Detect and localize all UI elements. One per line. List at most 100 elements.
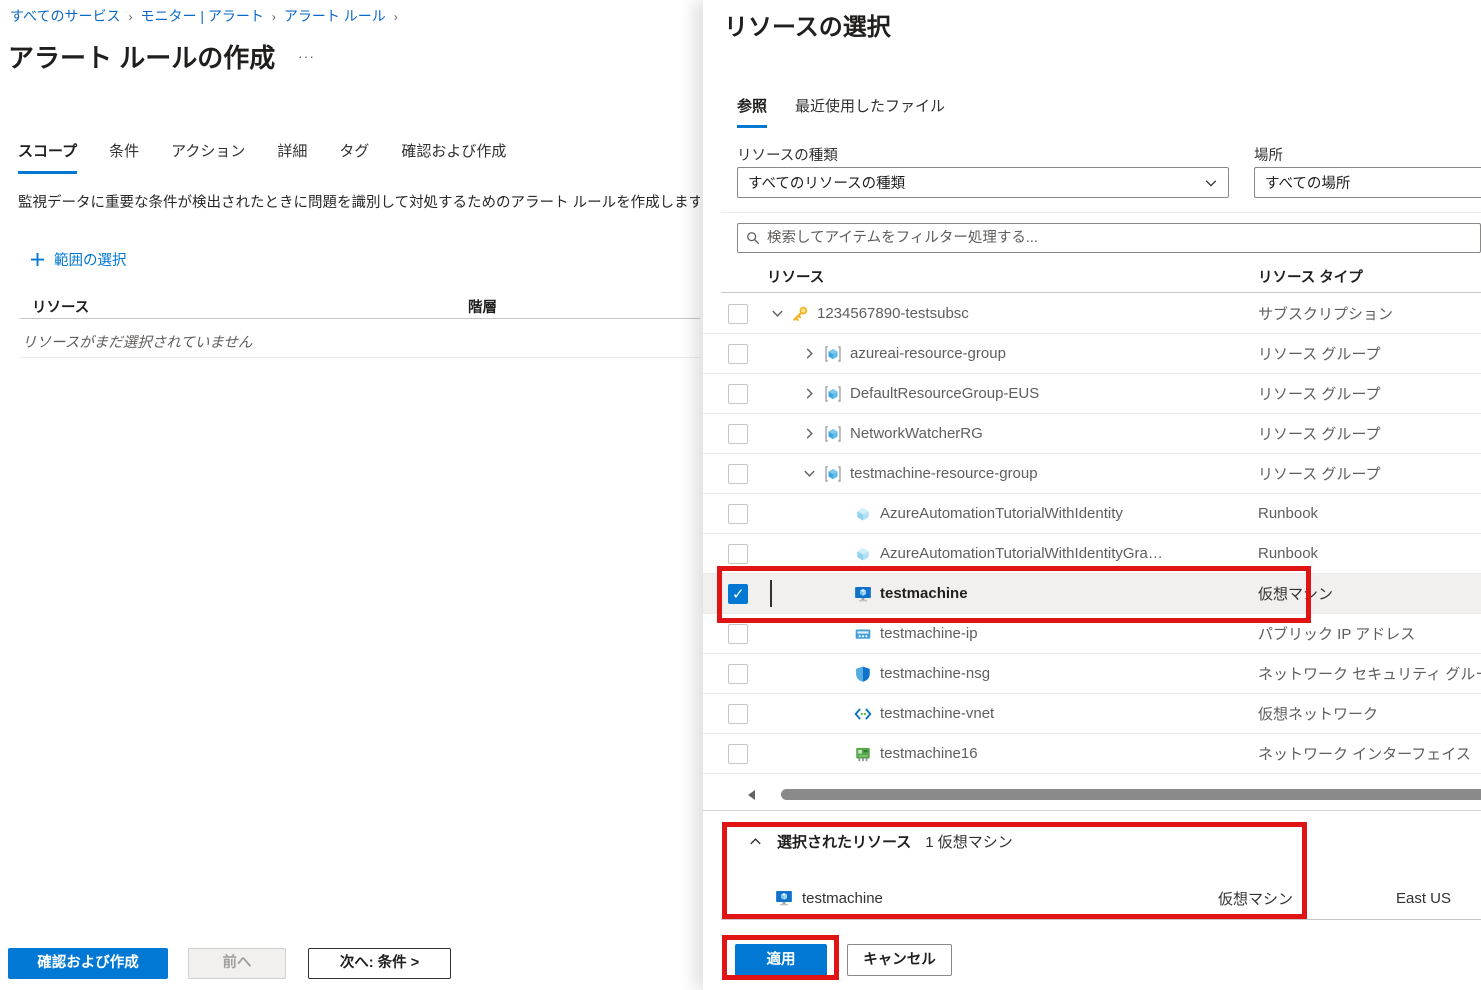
chevron-right-icon[interactable] bbox=[802, 346, 817, 361]
resource-name: DefaultResourceGroup-EUS bbox=[850, 385, 1039, 402]
select-scope-button[interactable]: 範囲の選択 bbox=[30, 249, 127, 270]
table-row[interactable]: DefaultResourceGroup-EUS リソース グループ bbox=[703, 374, 1481, 414]
resource-type: パブリック IP アドレス bbox=[1258, 623, 1415, 644]
tab-recent[interactable]: 最近使用したファイル bbox=[795, 95, 945, 128]
nsg-shield-icon bbox=[854, 665, 872, 683]
panel-title: リソースの選択 bbox=[724, 7, 891, 42]
row-checkbox[interactable] bbox=[728, 704, 748, 724]
tab-details[interactable]: 詳細 bbox=[277, 140, 307, 174]
review-create-button[interactable]: 確認および作成 bbox=[8, 948, 168, 979]
previous-button[interactable]: 前へ bbox=[188, 948, 286, 979]
tab-actions[interactable]: アクション bbox=[171, 140, 245, 174]
row-checkbox[interactable] bbox=[728, 304, 748, 324]
row-checkbox[interactable] bbox=[728, 504, 748, 524]
next-condition-button[interactable]: 次へ: 条件 > bbox=[308, 948, 451, 979]
search-input[interactable] bbox=[767, 230, 1472, 246]
selected-resources-count: 1 仮想マシン bbox=[925, 831, 1013, 852]
row-checkbox[interactable] bbox=[728, 424, 748, 444]
column-resource: リソース bbox=[32, 296, 89, 317]
breadcrumb-all-services[interactable]: すべてのサービス bbox=[10, 8, 120, 24]
resource-type-dropdown[interactable]: すべてのリソースの種類 bbox=[737, 167, 1229, 198]
resource-type-label: リソースの種類 bbox=[737, 144, 838, 165]
breadcrumb-monitor-alerts[interactable]: モニター | アラート bbox=[140, 8, 263, 24]
tab-condition[interactable]: 条件 bbox=[109, 140, 139, 174]
row-checkbox[interactable] bbox=[728, 624, 748, 644]
resource-type: サブスクリプション bbox=[1258, 303, 1393, 324]
row-checkbox[interactable] bbox=[728, 464, 748, 484]
table-row[interactable]: testmachine16 ネットワーク インターフェイス bbox=[703, 734, 1481, 774]
breadcrumb-alert-rules[interactable]: アラート ルール bbox=[284, 8, 386, 24]
create-alert-rule-pane: すべてのサービス›モニター | アラート›アラート ルール› アラート ルールの… bbox=[0, 0, 700, 990]
key-icon bbox=[791, 305, 809, 323]
table-row[interactable]: 1234567890-testsubsc サブスクリプション bbox=[703, 294, 1481, 334]
table-row[interactable]: AzureAutomationTutorialWithIdentityGra… … bbox=[703, 534, 1481, 574]
table-row[interactable]: NetworkWatcherRG リソース グループ bbox=[703, 414, 1481, 454]
resource-group-icon bbox=[824, 465, 842, 483]
column-resource-type: リソース タイプ bbox=[1258, 266, 1363, 287]
apply-button[interactable]: 適用 bbox=[735, 944, 827, 976]
selected-resources-title: 選択されたリソース bbox=[777, 831, 911, 852]
table-row[interactable]: testmachine-resource-group リソース グループ bbox=[703, 454, 1481, 494]
chevron-right-icon[interactable] bbox=[802, 426, 817, 441]
panel-tabs: 参照 最近使用したファイル bbox=[737, 95, 945, 128]
resource-type: Runbook bbox=[1258, 545, 1318, 562]
resource-name: testmachine-nsg bbox=[880, 665, 990, 682]
table-row[interactable]: testmachine-ip パブリック IP アドレス bbox=[703, 614, 1481, 654]
network-interface-icon bbox=[854, 745, 872, 763]
chevron-up-icon[interactable] bbox=[748, 834, 763, 849]
location-value: すべての場所 bbox=[1265, 172, 1350, 193]
scroll-left-icon[interactable] bbox=[747, 790, 757, 800]
table-row[interactable]: testmachine-vnet 仮想ネットワーク bbox=[703, 694, 1481, 734]
tab-browse[interactable]: 参照 bbox=[737, 95, 767, 128]
divider bbox=[721, 212, 1481, 213]
chevron-down-icon[interactable] bbox=[770, 306, 785, 321]
chevron-right-icon[interactable] bbox=[802, 386, 817, 401]
row-checkbox[interactable] bbox=[728, 344, 748, 364]
row-checkbox[interactable] bbox=[728, 544, 748, 564]
filter-search-box[interactable] bbox=[737, 223, 1481, 253]
scrollbar-thumb[interactable] bbox=[781, 789, 1481, 800]
cancel-button[interactable]: キャンセル bbox=[847, 944, 952, 976]
table-row[interactable]: testmachine-nsg ネットワーク セキュリティ グループ bbox=[703, 654, 1481, 694]
location-label: 場所 bbox=[1254, 144, 1283, 165]
breadcrumb-separator: › bbox=[272, 10, 276, 24]
row-checkbox[interactable] bbox=[728, 384, 748, 404]
table-row[interactable]: azureai-resource-group リソース グループ bbox=[703, 334, 1481, 374]
column-hierarchy: 階層 bbox=[468, 296, 497, 317]
selected-resource-type: 仮想マシン bbox=[1218, 888, 1293, 909]
resource-group-icon bbox=[824, 345, 842, 363]
azure-portal-page: すべてのサービス›モニター | アラート›アラート ルール› アラート ルールの… bbox=[0, 0, 1481, 990]
resource-table: 1234567890-testsubsc サブスクリプション azureai-r… bbox=[703, 294, 1481, 774]
resource-name: AzureAutomationTutorialWithIdentityGra… bbox=[880, 545, 1163, 562]
tab-scope[interactable]: スコープ bbox=[18, 140, 77, 174]
table-row[interactable]: AzureAutomationTutorialWithIdentity Runb… bbox=[703, 494, 1481, 534]
select-scope-label: 範囲の選択 bbox=[54, 249, 127, 270]
table-row-testmachine-selected[interactable]: testmachine 仮想マシン bbox=[703, 574, 1481, 614]
resource-type-value: すべてのリソースの種類 bbox=[748, 172, 905, 193]
breadcrumb-separator: › bbox=[128, 10, 132, 24]
tab-review-create[interactable]: 確認および作成 bbox=[401, 140, 506, 174]
chevron-down-icon[interactable] bbox=[802, 466, 817, 481]
title-more-menu[interactable]: ··· bbox=[298, 48, 315, 64]
row-checkbox-checked[interactable] bbox=[728, 584, 748, 604]
divider bbox=[703, 810, 1481, 811]
page-title: アラート ルールの作成 bbox=[8, 38, 275, 75]
resource-name: 1234567890-testsubsc bbox=[817, 305, 969, 322]
location-dropdown[interactable]: すべての場所 bbox=[1254, 167, 1481, 198]
virtual-machine-icon bbox=[854, 585, 872, 603]
resource-name: testmachine bbox=[880, 585, 968, 602]
selected-resource-row[interactable]: testmachine 仮想マシン East US bbox=[703, 880, 1481, 916]
row-checkbox[interactable] bbox=[728, 744, 748, 764]
divider bbox=[20, 318, 700, 319]
resource-type: リソース グループ bbox=[1258, 343, 1381, 364]
resource-type: リソース グループ bbox=[1258, 463, 1381, 484]
horizontal-scrollbar[interactable] bbox=[747, 788, 1481, 801]
selected-resource-location: East US bbox=[1396, 890, 1451, 907]
tab-tags[interactable]: タグ bbox=[339, 140, 369, 174]
divider bbox=[20, 357, 700, 358]
plus-icon bbox=[30, 252, 45, 267]
selected-resources-header[interactable]: 選択されたリソース 1 仮想マシン bbox=[703, 831, 1013, 852]
resource-name: AzureAutomationTutorialWithIdentity bbox=[880, 505, 1123, 522]
scope-description: 監視データに重要な条件が検出されたときに問題を識別して対処するためのアラート ル… bbox=[18, 191, 700, 212]
row-checkbox[interactable] bbox=[728, 664, 748, 684]
